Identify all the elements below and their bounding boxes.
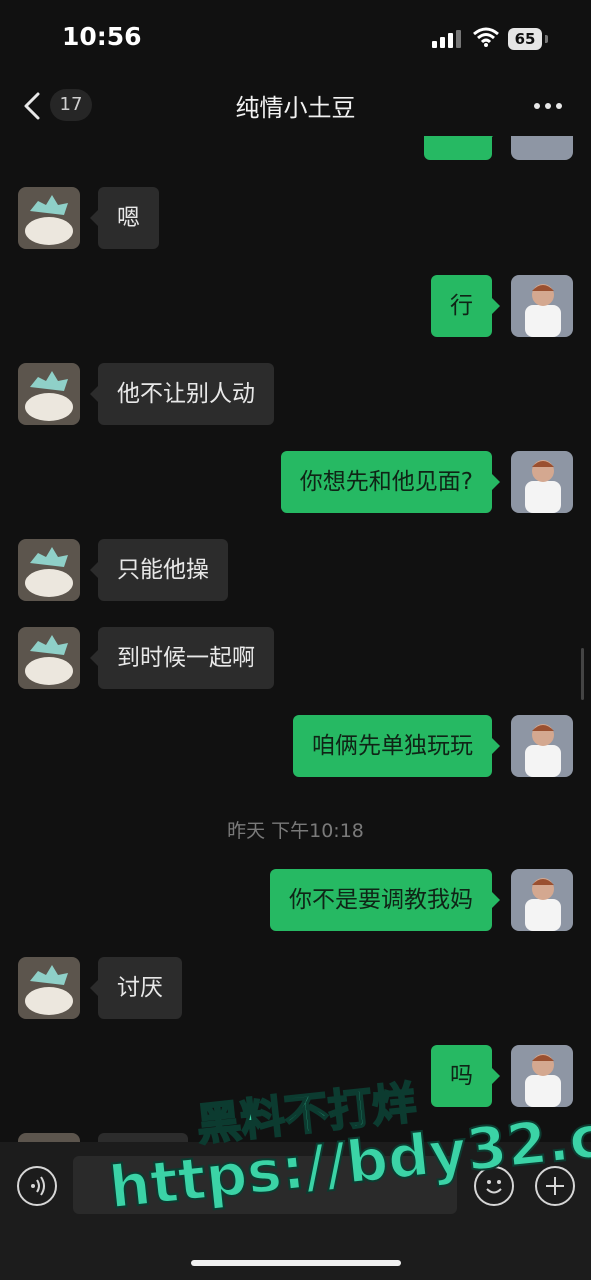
battery-tip <box>545 35 548 43</box>
message-bubble[interactable]: 他不让别人动 <box>90 363 274 425</box>
message-bubble[interactable]: 讨厌 <box>90 957 182 1019</box>
message-bubble[interactable]: 咱俩先单独玩玩 <box>293 715 500 777</box>
contact-avatar[interactable] <box>18 363 80 425</box>
scrollbar[interactable] <box>581 648 584 700</box>
home-indicator[interactable] <box>191 1260 401 1266</box>
message-bubble[interactable]: 你想先和他见面? <box>280 451 501 513</box>
message-bubble[interactable]: 吗 <box>431 1045 500 1107</box>
chat-timestamp: 昨天 下午10:18 <box>227 820 364 842</box>
self-avatar[interactable] <box>511 275 573 337</box>
message-bubble[interactable]: 只能他操 <box>90 539 228 601</box>
voice-icon[interactable] <box>17 1166 57 1206</box>
contact-avatar[interactable] <box>18 539 80 601</box>
contact-avatar[interactable] <box>18 627 80 689</box>
message-bubble[interactable]: 行 <box>431 275 500 337</box>
contact-avatar[interactable] <box>18 187 80 249</box>
status-bar: 10:56 65 <box>0 0 591 80</box>
status-time: 10:56 <box>62 22 142 51</box>
signal-icon <box>432 30 461 48</box>
unread-count-badge[interactable]: 17 <box>50 89 92 121</box>
self-avatar[interactable] <box>511 1045 573 1107</box>
chevron-left-icon[interactable] <box>20 90 44 122</box>
message-bubble[interactable]: 到时候一起啊 <box>90 627 274 689</box>
more-dots-icon[interactable] <box>530 94 566 118</box>
chat-header: 纯情小土豆 17 <box>0 80 591 136</box>
self-avatar[interactable] <box>511 451 573 513</box>
message-bubble[interactable]: 你不是要调教我妈 <box>270 869 500 931</box>
battery-indicator: 65 <box>508 28 542 50</box>
message-bubble[interactable]: 嗯 <box>90 187 159 249</box>
self-avatar[interactable] <box>511 715 573 777</box>
contact-avatar[interactable] <box>18 957 80 1019</box>
self-avatar[interactable] <box>511 869 573 931</box>
wifi-icon <box>473 27 499 47</box>
